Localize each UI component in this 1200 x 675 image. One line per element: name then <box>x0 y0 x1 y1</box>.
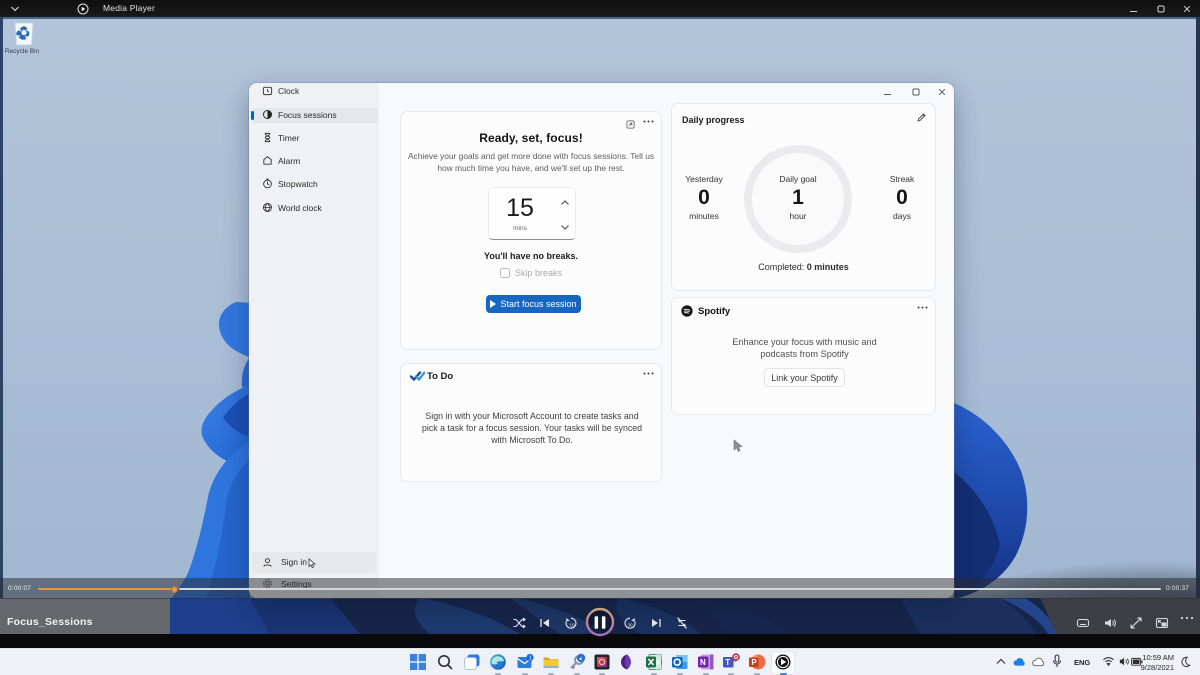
svg-text:1: 1 <box>529 656 532 662</box>
svg-text:N: N <box>700 658 706 667</box>
svg-text:10: 10 <box>570 623 576 628</box>
svg-text:30: 30 <box>628 623 634 628</box>
svg-text:P: P <box>751 658 757 667</box>
svg-text:T: T <box>725 658 730 667</box>
